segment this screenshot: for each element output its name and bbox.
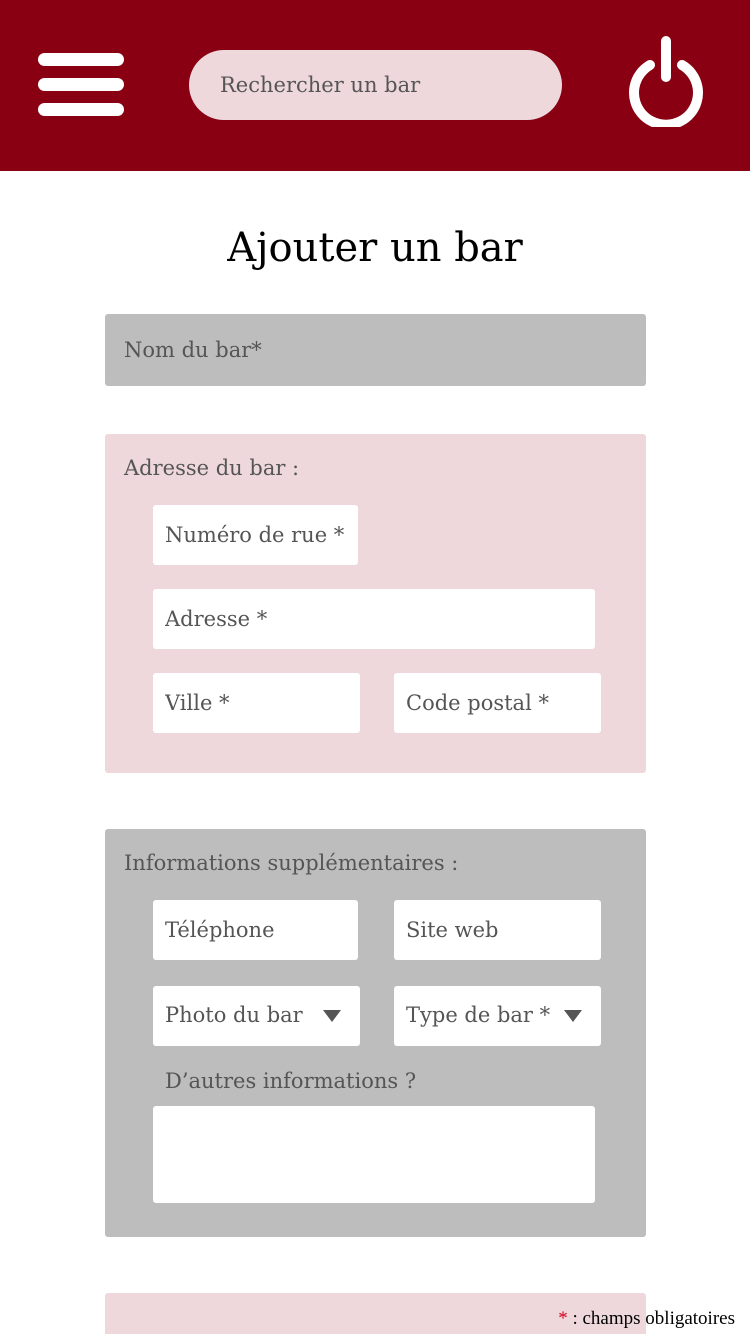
street-number-field[interactable]	[153, 505, 358, 565]
photo-select-label: Photo du bar	[165, 1003, 303, 1027]
website-field[interactable]	[394, 900, 601, 960]
chevron-down-icon	[564, 1010, 582, 1022]
other-info-label: D’autres informations ?	[165, 1069, 417, 1093]
bar-type-select-label: Type de bar *	[406, 1003, 551, 1027]
chevron-down-icon	[323, 1010, 341, 1022]
bar-type-select[interactable]: Type de bar *	[394, 986, 601, 1046]
search-input[interactable]	[189, 50, 562, 120]
bar-name-field[interactable]	[105, 314, 646, 386]
address-field[interactable]	[153, 589, 595, 649]
other-info-textarea[interactable]	[153, 1106, 595, 1203]
power-icon[interactable]	[628, 35, 704, 127]
extra-info-section-label: Informations supplémentaires :	[124, 851, 459, 875]
page-title: Ajouter un bar	[227, 225, 523, 271]
required-legend-text: : champs obligatoires	[567, 1308, 735, 1329]
hamburger-menu-icon[interactable]	[38, 53, 124, 117]
address-section-label: Adresse du bar :	[124, 456, 300, 480]
top-bar	[0, 0, 750, 171]
required-star: *	[558, 1308, 568, 1329]
postal-code-field[interactable]	[394, 673, 601, 733]
photo-select[interactable]: Photo du bar	[153, 986, 360, 1046]
required-fields-legend: * : champs obligatoires	[558, 1307, 735, 1331]
menu-line	[38, 78, 124, 91]
menu-line	[38, 53, 124, 66]
menu-line	[38, 103, 124, 116]
phone-field[interactable]	[153, 900, 358, 960]
city-field[interactable]	[153, 673, 360, 733]
